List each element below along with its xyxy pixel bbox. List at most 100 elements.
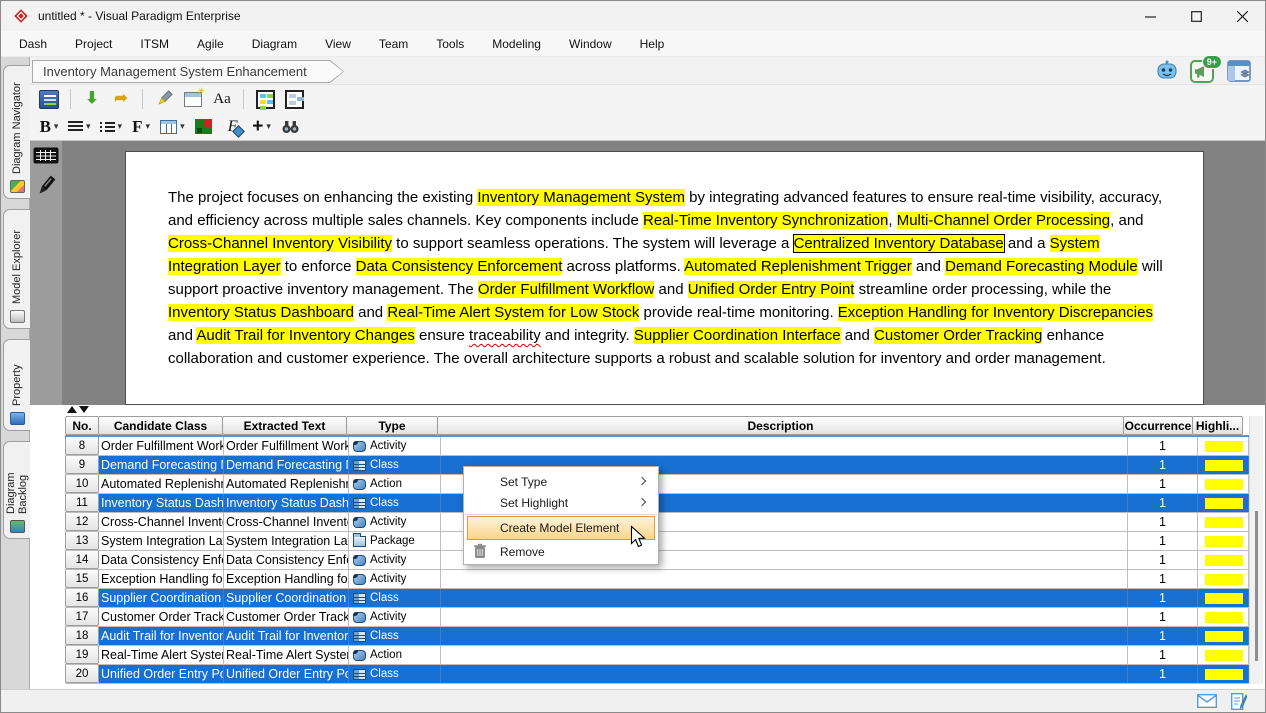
bold-button[interactable]: B▾ bbox=[37, 115, 61, 139]
type-cell[interactable]: Class bbox=[349, 665, 441, 683]
type-cell[interactable]: Activity bbox=[349, 608, 441, 626]
highlight-cell[interactable] bbox=[1198, 589, 1249, 607]
candidate-class-cell[interactable]: Automated Replenishment Trigger bbox=[99, 475, 224, 493]
highlight-cell[interactable] bbox=[1198, 456, 1249, 474]
column-header-no[interactable]: No. bbox=[65, 416, 99, 435]
description-cell[interactable] bbox=[441, 608, 1128, 626]
type-cell[interactable]: Class bbox=[349, 589, 441, 607]
list-button[interactable]: ▾ bbox=[98, 115, 125, 139]
font-case-button[interactable]: Aa bbox=[210, 87, 234, 111]
extracted-text-cell[interactable]: Audit Trail for Inventory Changes bbox=[224, 627, 349, 645]
export-icon[interactable]: ➦ bbox=[109, 87, 133, 111]
extracted-text-cell[interactable]: Exception Handling for Inventory Discrep… bbox=[224, 570, 349, 588]
candidate-class-cell[interactable]: Cross-Channel Inventory Visibility bbox=[99, 513, 224, 531]
sidebar-tab-property[interactable]: Property bbox=[3, 339, 30, 431]
menu-item-remove[interactable]: Remove bbox=[464, 541, 658, 562]
menu-item-tools[interactable]: Tools bbox=[422, 33, 478, 55]
menu-item-create-model-element[interactable]: Create Model Element bbox=[467, 516, 655, 540]
new-window-icon[interactable] bbox=[181, 87, 205, 111]
description-cell[interactable] bbox=[441, 665, 1128, 683]
type-cell[interactable]: Class bbox=[349, 456, 441, 474]
extracted-text-cell[interactable]: System Integration Layer bbox=[224, 532, 349, 550]
extracted-text-cell[interactable]: Supplier Coordination Interface bbox=[224, 589, 349, 607]
menu-item-diagram[interactable]: Diagram bbox=[238, 33, 311, 55]
text-analysis-icon[interactable] bbox=[37, 87, 61, 111]
close-button[interactable] bbox=[1219, 1, 1265, 31]
description-cell[interactable] bbox=[441, 627, 1128, 645]
table-row-17[interactable]: 17Customer Order TrackingCustomer Order … bbox=[65, 608, 1249, 627]
menu-item-help[interactable]: Help bbox=[626, 33, 679, 55]
description-cell[interactable] bbox=[441, 589, 1128, 607]
table-row-16[interactable]: 16Supplier Coordination InterfaceSupplie… bbox=[65, 589, 1249, 608]
menu-item-team[interactable]: Team bbox=[365, 33, 422, 55]
notes-edit-icon[interactable] bbox=[1231, 693, 1247, 710]
document-page[interactable]: The project focuses on enhancing the exi… bbox=[125, 151, 1204, 405]
column-header-highli[interactable]: Highli... bbox=[1192, 416, 1243, 435]
extracted-text-cell[interactable]: Real-Time Alert System for Low Stock bbox=[224, 646, 349, 664]
sidebar-tab-diagram-backlog[interactable]: Diagram Backlog bbox=[3, 441, 30, 539]
type-cell[interactable]: Package bbox=[349, 532, 441, 550]
type-cell[interactable]: Class bbox=[349, 494, 441, 512]
highlight-pen-icon[interactable] bbox=[36, 174, 56, 198]
table-row-18[interactable]: 18Audit Trail for Inventory ChangesAudit… bbox=[65, 627, 1249, 646]
extracted-text-cell[interactable]: Unified Order Entry Point bbox=[224, 665, 349, 683]
extracted-text-cell[interactable]: Demand Forecasting Module bbox=[224, 456, 349, 474]
extracted-text-cell[interactable]: Data Consistency Enforcement bbox=[224, 551, 349, 569]
type-cell[interactable]: Activity bbox=[349, 437, 441, 455]
table-button[interactable]: ▾ bbox=[158, 115, 187, 139]
highlight-cell[interactable] bbox=[1198, 475, 1249, 493]
highlight-cell[interactable] bbox=[1198, 513, 1249, 531]
panel-layout-icon[interactable] bbox=[1226, 59, 1251, 83]
import-icon[interactable]: ⬇ bbox=[80, 87, 104, 111]
extracted-text-cell[interactable]: Customer Order Tracking bbox=[224, 608, 349, 626]
highlight-cell[interactable] bbox=[1198, 627, 1249, 645]
candidate-class-cell[interactable]: System Integration Layer bbox=[99, 532, 224, 550]
extracted-text-cell[interactable]: Inventory Status Dashboard bbox=[224, 494, 349, 512]
assistant-robot-icon[interactable] bbox=[1154, 59, 1179, 83]
highlight-cell[interactable] bbox=[1198, 532, 1249, 550]
column-header-extracted-text[interactable]: Extracted Text bbox=[222, 416, 347, 435]
menu-item-modeling[interactable]: Modeling bbox=[478, 33, 555, 55]
diagram-tab[interactable]: Inventory Management System Enhancement bbox=[32, 60, 344, 83]
highlight-cell[interactable] bbox=[1198, 551, 1249, 569]
find-button[interactable] bbox=[279, 115, 303, 139]
highlight-cell[interactable] bbox=[1198, 665, 1249, 683]
candidate-class-cell[interactable]: Customer Order Tracking bbox=[99, 608, 224, 626]
collapse-up-icon[interactable] bbox=[67, 406, 77, 413]
maximize-button[interactable] bbox=[1173, 1, 1219, 31]
add-button[interactable]: +▾ bbox=[250, 115, 274, 139]
candidate-class-cell[interactable]: Supplier Coordination Interface bbox=[99, 589, 224, 607]
menu-item-project[interactable]: Project bbox=[61, 33, 126, 55]
candidate-class-cell[interactable]: Audit Trail for Inventory Changes bbox=[99, 627, 224, 645]
announcements-icon[interactable]: 9+ bbox=[1190, 59, 1215, 83]
mail-icon[interactable] bbox=[1197, 694, 1217, 708]
menu-item-view[interactable]: View bbox=[311, 33, 365, 55]
description-cell[interactable] bbox=[441, 646, 1128, 664]
type-cell[interactable]: Class bbox=[349, 627, 441, 645]
sidebar-tab-model-explorer[interactable]: Model Explorer bbox=[3, 209, 30, 329]
diagram-layout-icon[interactable] bbox=[282, 87, 306, 111]
format-style-button[interactable]: F bbox=[221, 115, 245, 139]
candidate-class-cell[interactable]: Exception Handling for Inventory Discrep… bbox=[99, 570, 224, 588]
extracted-text-cell[interactable]: Automated Replenishment Trigger bbox=[224, 475, 349, 493]
minimize-button[interactable] bbox=[1127, 1, 1173, 31]
type-cell[interactable]: Activity bbox=[349, 570, 441, 588]
menu-item-set-type[interactable]: Set Type bbox=[464, 471, 658, 492]
column-header-type[interactable]: Type bbox=[346, 416, 438, 435]
type-cell[interactable]: Activity bbox=[349, 551, 441, 569]
menu-item-set-highlight[interactable]: Set Highlight bbox=[464, 492, 658, 513]
menu-item-dash[interactable]: Dash bbox=[5, 33, 61, 55]
table-row-15[interactable]: 15Exception Handling for Inventory Discr… bbox=[65, 570, 1249, 589]
highlight-cell[interactable] bbox=[1198, 570, 1249, 588]
table-vertical-scrollbar[interactable] bbox=[1249, 416, 1263, 684]
candidate-class-cell[interactable]: Data Consistency Enforcement bbox=[99, 551, 224, 569]
candidate-class-cell[interactable]: Real-Time Alert System for Low Stock bbox=[99, 646, 224, 664]
type-cell[interactable]: Action bbox=[349, 646, 441, 664]
column-header-candidate-class[interactable]: Candidate Class bbox=[98, 416, 223, 435]
highlight-cell[interactable] bbox=[1198, 608, 1249, 626]
candidate-class-cell[interactable]: Order Fulfillment Workflow bbox=[99, 437, 224, 455]
type-cell[interactable]: Activity bbox=[349, 513, 441, 531]
description-cell[interactable] bbox=[441, 437, 1128, 455]
scrollbar-thumb[interactable] bbox=[1255, 511, 1258, 661]
highlight-cell[interactable] bbox=[1198, 646, 1249, 664]
